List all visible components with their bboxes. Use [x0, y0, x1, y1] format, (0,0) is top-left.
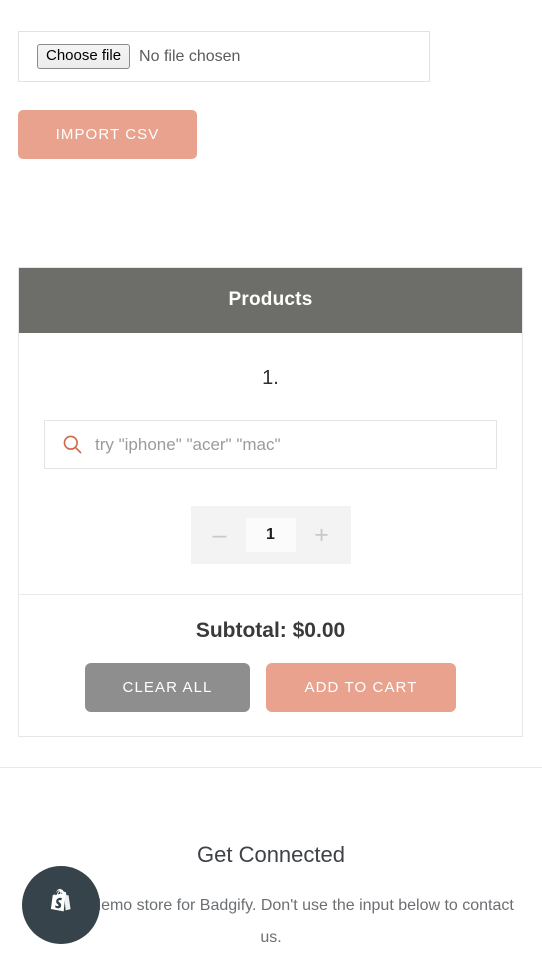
csv-import-section: Choose file No file chosen IMPORT CSV [0, 0, 542, 159]
products-header-title: Products [19, 268, 522, 333]
subtotal-label: Subtotal: $0.00 [195, 619, 346, 642]
search-input[interactable] [93, 433, 480, 456]
quantity-increment-button[interactable]: + [309, 522, 335, 548]
file-input-field[interactable]: Choose file No file chosen [18, 31, 430, 82]
quantity-decrement-button[interactable]: – [207, 522, 233, 548]
product-index-label: 1. [262, 367, 279, 389]
file-status-text: No file chosen [139, 47, 241, 65]
clear-all-button[interactable]: CLEAR ALL [85, 663, 250, 712]
choose-file-button[interactable]: Choose file [37, 44, 131, 69]
quantity-stepper[interactable]: – + [190, 506, 351, 564]
import-csv-button[interactable]: IMPORT CSV [18, 110, 197, 159]
add-to-cart-button[interactable]: ADD TO CART [266, 663, 456, 712]
product-row: 1. – + [19, 333, 522, 595]
product-search-field[interactable] [44, 420, 497, 469]
cart-actions: CLEAR ALL ADD TO CART [19, 663, 522, 712]
quantity-input[interactable] [245, 518, 296, 552]
shopify-badge[interactable] [22, 866, 100, 944]
footer-title: Get Connected [197, 842, 345, 867]
shopify-bag-icon [40, 882, 82, 929]
search-icon [61, 433, 84, 456]
cart-summary: Subtotal: $0.00 CLEAR ALL ADD TO CART [19, 595, 522, 736]
products-card: Products 1. – + Subtotal: $0.00 CLEAR AL… [18, 267, 523, 737]
